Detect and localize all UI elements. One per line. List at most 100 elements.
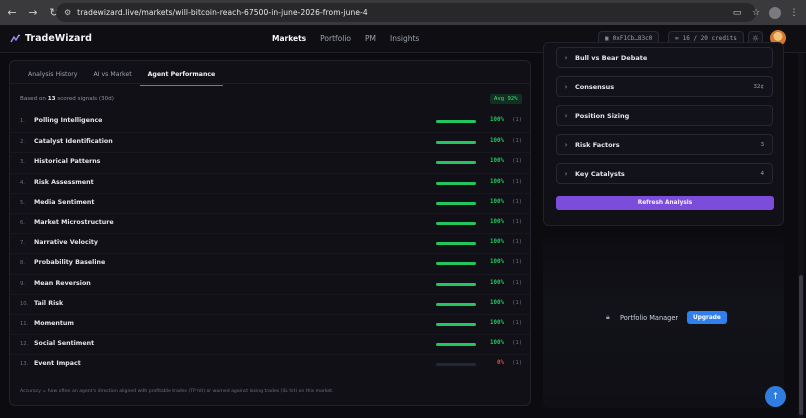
site-info-icon[interactable]: ⚙	[64, 8, 71, 17]
bookmark-star-icon[interactable]: ☆	[750, 8, 762, 18]
agent-accuracy: 100%	[490, 198, 504, 205]
wallet-icon: ▣	[605, 35, 609, 42]
avg-accuracy-badge: Avg 92%	[490, 94, 522, 104]
accuracy-bar	[436, 201, 476, 205]
brand-logo-icon	[10, 34, 20, 42]
agent-name: Mean Reversion	[34, 279, 91, 287]
scroll-to-top-button[interactable]: ↑	[765, 386, 786, 407]
section-consensus[interactable]: › Consensus 32¢	[556, 76, 773, 97]
tab-divider	[10, 83, 530, 84]
brand[interactable]: TradeWizard	[10, 33, 92, 44]
nav-pm[interactable]: PM	[365, 34, 376, 43]
section-risk-factors[interactable]: › Risk Factors 3	[556, 134, 773, 155]
accuracy-bar-fill	[436, 322, 476, 326]
summary-suffix: scored signals (30d)	[57, 96, 114, 102]
scrollbar-thumb[interactable]	[799, 275, 803, 415]
chevron-right-icon: ›	[564, 111, 568, 120]
agent-rank: 13.	[20, 361, 29, 368]
agent-name: Narrative Velocity	[34, 239, 99, 247]
section-label: Consensus	[575, 82, 615, 91]
section-label: Risk Factors	[575, 140, 620, 149]
arrow-up-icon: ↑	[771, 391, 780, 402]
agent-rank: 12.	[20, 341, 29, 348]
agent-performance-panel: Analysis History AI vs Market Agent Perf…	[9, 60, 531, 406]
agent-signal-count: (1)	[512, 279, 523, 286]
agent-signal-count: (1)	[512, 198, 523, 205]
agent-rank: 9.	[20, 280, 25, 287]
agent-list: 1. Polling Intelligence 100% (1) 2. Catalyst …	[10, 112, 530, 374]
agent-row: 8. Probability Baseline 100% (1)	[10, 253, 530, 273]
agent-rank: 1.	[20, 118, 25, 124]
agent-accuracy: 100%	[490, 158, 504, 165]
section-value: 4	[760, 170, 764, 177]
accuracy-bar	[436, 242, 476, 246]
chevron-right-icon: ›	[564, 169, 568, 178]
nav-portfolio[interactable]: Portfolio	[320, 34, 351, 43]
agent-row: 1. Polling Intelligence 100% (1)	[10, 112, 530, 132]
upgrade-button[interactable]: Upgrade	[687, 311, 727, 324]
nav-markets[interactable]: Markets	[272, 34, 306, 43]
accuracy-bar	[436, 141, 476, 145]
agent-accuracy: 100%	[490, 259, 504, 266]
agent-rank: 6.	[20, 219, 25, 226]
agent-signal-count: (1)	[512, 239, 523, 246]
agent-row: 6. Market Microstructure 100% (1)	[10, 212, 530, 233]
agent-signal-count: (1)	[512, 178, 523, 185]
summary-prefix: Based on	[20, 96, 46, 102]
agent-signal-count: (1)	[512, 158, 523, 165]
agent-accuracy: 100%	[490, 299, 504, 306]
accuracy-bar	[436, 221, 476, 225]
install-app-icon[interactable]: ▭	[731, 8, 743, 18]
agent-name: Social Sentiment	[34, 340, 95, 348]
agent-signal-count: (1)	[512, 360, 523, 367]
agent-signal-count: (1)	[512, 117, 523, 123]
lock-icon: 🔒︎	[606, 313, 610, 321]
url-text[interactable]: tradewizard.live/markets/will-bitcoin-re…	[77, 8, 368, 17]
accuracy-bar-fill	[436, 201, 476, 205]
section-position-sizing[interactable]: › Position Sizing	[556, 105, 773, 126]
page-scrollbar[interactable]	[798, 53, 804, 418]
section-bull-vs-bear[interactable]: › Bull vs Bear Debate	[556, 47, 773, 68]
agent-row: 7. Narrative Velocity 100% (1)	[10, 233, 530, 253]
agent-accuracy: 100%	[490, 279, 504, 286]
agent-accuracy: 100%	[490, 117, 504, 123]
agent-signal-count: (1)	[512, 138, 523, 145]
browser-profile-icon[interactable]	[769, 6, 781, 19]
agent-row: 10. Tail Risk 100% (1)	[10, 293, 530, 314]
accuracy-bar	[436, 161, 476, 165]
agent-accuracy: 0%	[497, 360, 504, 367]
refresh-analysis-button[interactable]: Refresh Analysis	[556, 196, 774, 210]
nav-insights[interactable]: Insights	[390, 34, 419, 43]
accuracy-bar	[436, 302, 476, 306]
agent-name: Risk Assessment	[34, 178, 94, 186]
agent-accuracy: 100%	[490, 239, 504, 246]
accuracy-bar	[436, 282, 476, 286]
chevron-right-icon: ›	[564, 82, 568, 91]
accuracy-bar	[436, 120, 476, 123]
browser-menu-icon[interactable]: ⋮	[788, 8, 800, 18]
agent-rank: 4.	[20, 179, 25, 186]
agent-rank: 8.	[20, 260, 25, 267]
agent-signal-count: (1)	[512, 299, 523, 306]
agent-signal-count: (1)	[512, 259, 523, 266]
accuracy-bar	[436, 181, 476, 185]
top-nav: Markets Portfolio PM Insights	[272, 34, 419, 43]
agent-name: Probability Baseline	[34, 259, 106, 267]
accuracy-bar-fill	[436, 181, 476, 185]
address-bar[interactable]: ⚙ tradewizard.live/markets/will-bitcoin-…	[56, 3, 756, 22]
accuracy-bar-fill	[436, 282, 476, 286]
agent-name: Market Microstructure	[34, 218, 114, 226]
section-key-catalysts[interactable]: › Key Catalysts 4	[556, 163, 773, 184]
back-icon[interactable]: ←	[3, 4, 21, 22]
forward-icon[interactable]: →	[24, 4, 42, 22]
agent-rank: 11.	[20, 320, 29, 327]
summary-count: 13	[47, 96, 56, 102]
agent-signal-count: (1)	[512, 218, 523, 225]
accuracy-bar-fill	[436, 120, 476, 123]
section-label: Key Catalysts	[575, 169, 625, 178]
agent-name: Polling Intelligence	[34, 117, 103, 124]
agent-rank: 7.	[20, 240, 25, 247]
agent-signal-count: (1)	[512, 340, 523, 347]
agent-rank: 10.	[20, 300, 29, 307]
chevron-right-icon: ›	[564, 140, 568, 149]
